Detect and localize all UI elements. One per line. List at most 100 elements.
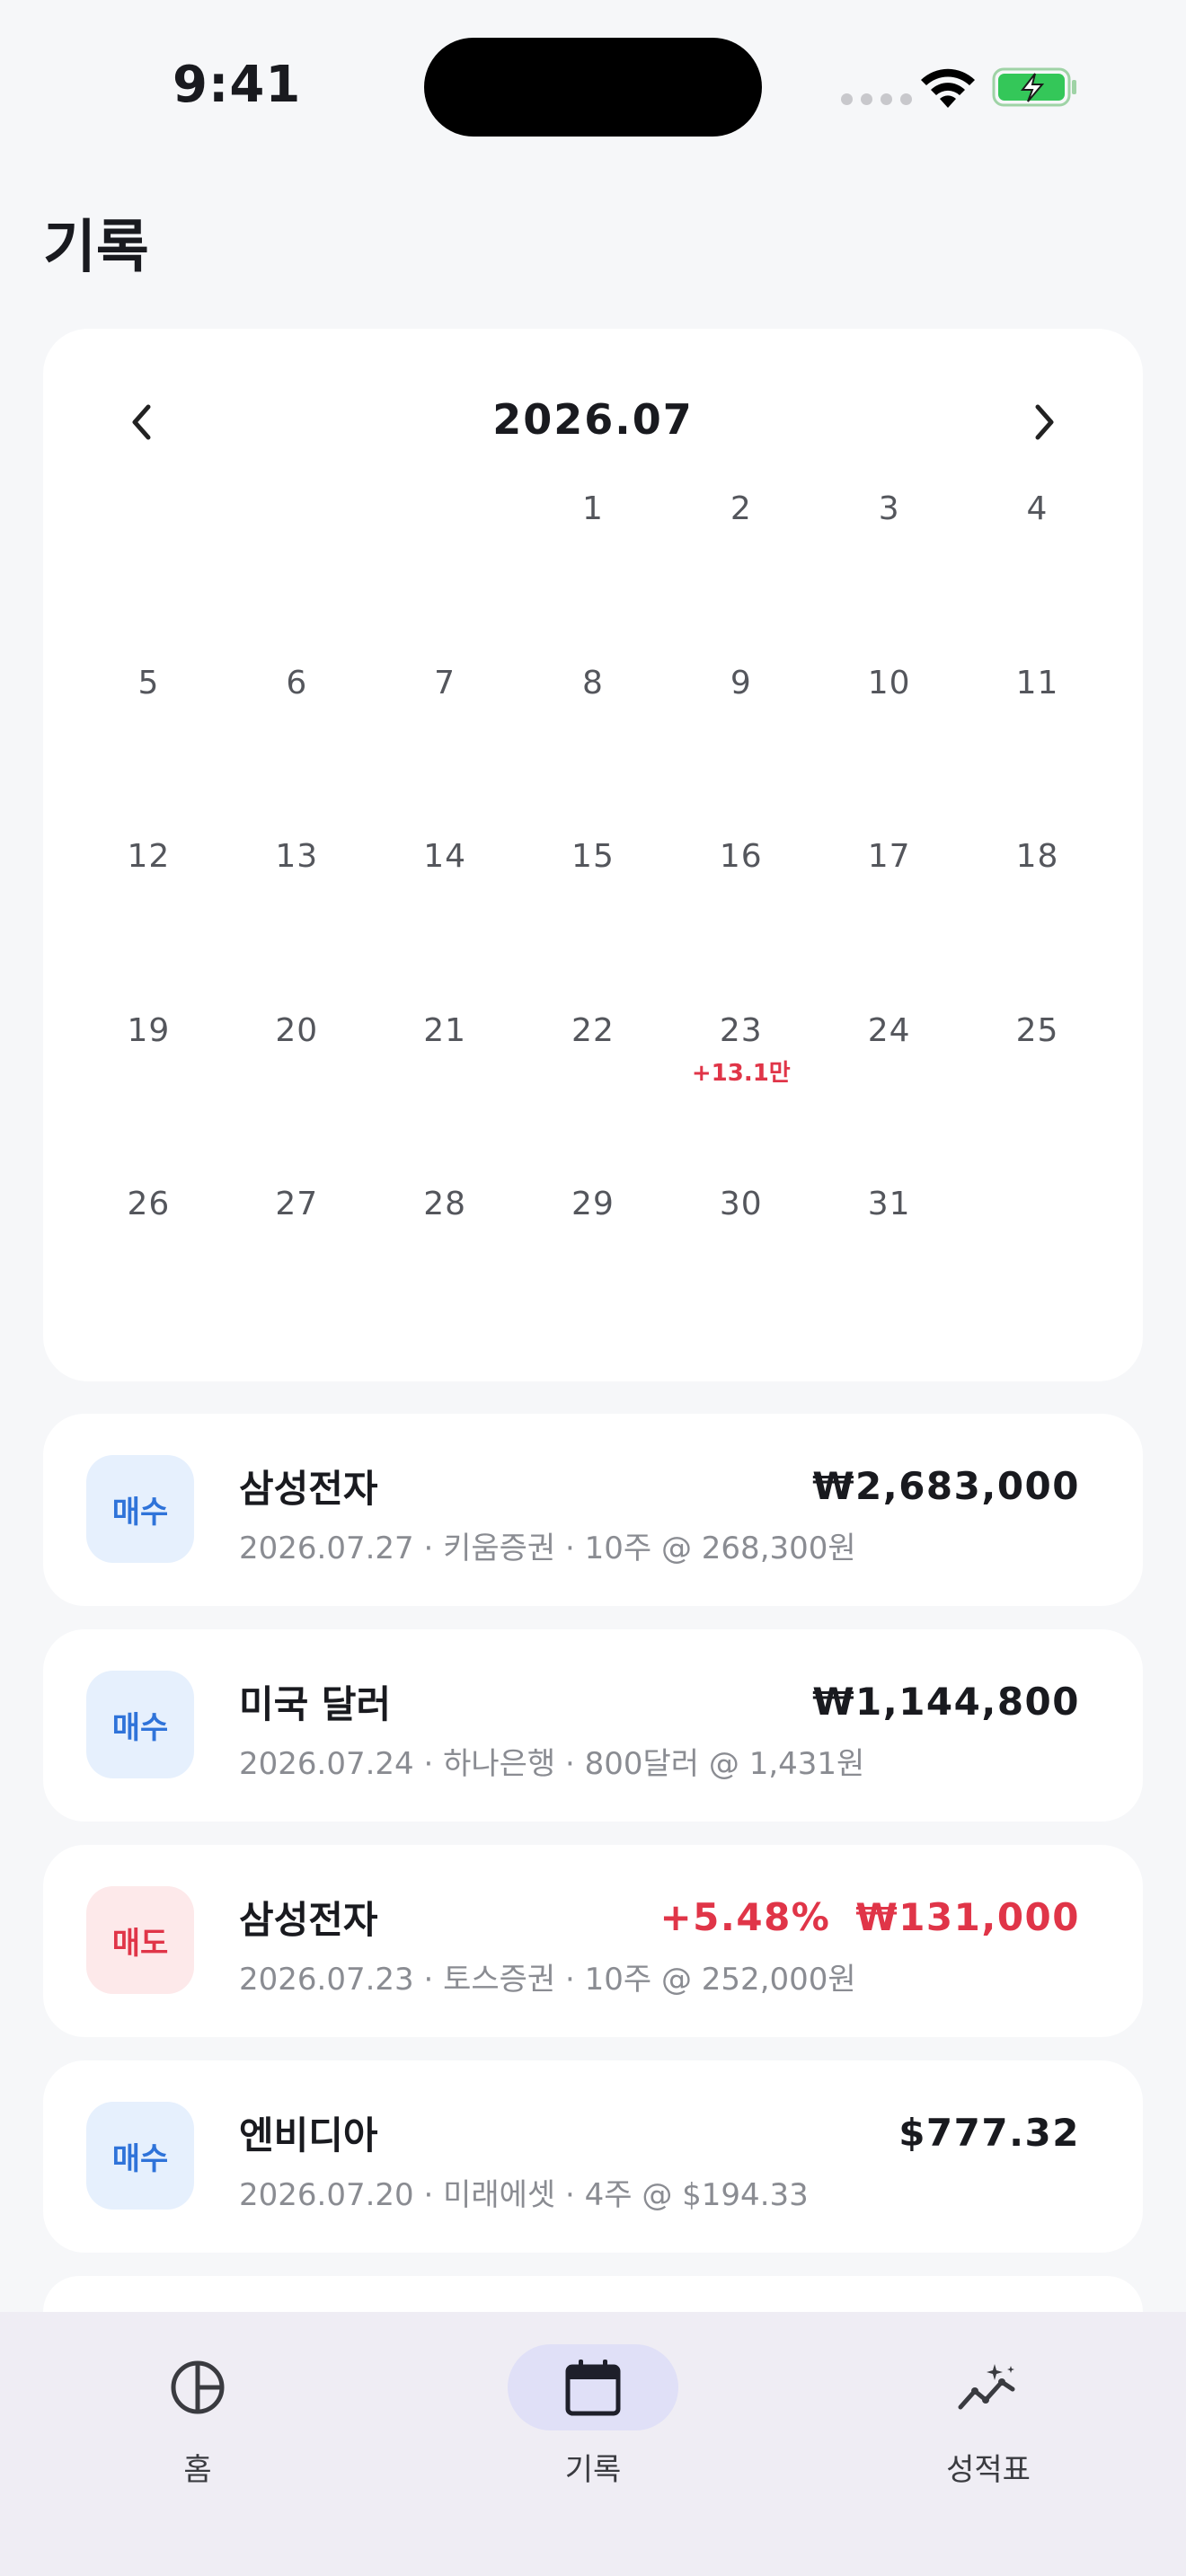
calendar-day-number: 2	[730, 490, 752, 527]
tab-report[interactable]: 성적표	[854, 2330, 1123, 2510]
transaction-detail: 2026.07.20 · 미래에셋 · 4주 @ $194.33	[239, 2177, 809, 2213]
calendar-day-number: 30	[719, 1186, 763, 1222]
calendar-day-6[interactable]: 6	[223, 638, 371, 812]
calendar-day-14[interactable]: 14	[371, 811, 519, 985]
tab-home[interactable]: 홈	[63, 2330, 332, 2510]
calendar-day-number: 4	[1026, 490, 1049, 527]
calendar-day-number	[963, 1159, 1111, 1186]
transaction-item[interactable]: 매수 삼성전자 2026.07.27 · 키움증권 · 10주 @ 268,300원…	[43, 1414, 1143, 1606]
next-month-button[interactable]	[1008, 386, 1080, 458]
calendar-day-number: 7	[434, 664, 456, 701]
calendar-day-22[interactable]: 22	[519, 985, 668, 1160]
calendar-day-4[interactable]: 4	[963, 463, 1111, 638]
transaction-item[interactable]: 매도 삼성전자 2026.07.23 · 토스증권 · 10주 @ 252,000원…	[43, 1845, 1143, 2037]
transaction-item[interactable]: 매수 엔비디아 2026.07.20 · 미래에셋 · 4주 @ $194.33 $7…	[43, 2060, 1143, 2253]
calendar-day-5[interactable]: 5	[75, 638, 223, 812]
transaction-amount-group: ₩1,144,800	[812, 1680, 1080, 1724]
calendar-day-number	[75, 463, 223, 490]
calendar-day-number: 24	[867, 1011, 911, 1049]
calendar-day-number: 29	[571, 1186, 615, 1222]
calendar-day-21[interactable]: 21	[371, 985, 519, 1160]
transaction-asset-name: 엔비디아	[239, 2113, 378, 2157]
pie-chart-icon	[171, 2360, 225, 2414]
calendar-day-23[interactable]: 23 +13.1만	[667, 985, 815, 1160]
calendar-day-9[interactable]: 9	[667, 638, 815, 812]
transaction-item[interactable]: 매수 미국 달러 2026.07.24 · 하나은행 · 800달러 @ 1,431…	[43, 1629, 1143, 1822]
calendar-day-3[interactable]: 3	[815, 463, 963, 638]
calendar-day-number: 1	[582, 490, 604, 527]
transaction-list: 매수 삼성전자 2026.07.27 · 키움증권 · 10주 @ 268,300원…	[43, 1414, 1143, 2371]
sparkle-trend-icon	[958, 2364, 1015, 2410]
calendar-day-8[interactable]: 8	[519, 638, 668, 812]
calendar-day-number: 10	[867, 664, 911, 701]
calendar-day-11[interactable]: 11	[963, 638, 1111, 812]
chevron-right-icon	[1035, 404, 1054, 440]
calendar-day-number: 25	[1015, 1011, 1059, 1049]
calendar-day-number: 23	[719, 1011, 763, 1049]
calendar-day-2[interactable]: 2	[667, 463, 815, 638]
calendar-day-number: 18	[1015, 838, 1059, 875]
cellular-signal-icon	[841, 93, 912, 105]
calendar-card: 2026.07 1 2 3 4 5 6 7 8 9 10 11 12 13 14 15 16 17 18 19 20 2…	[43, 329, 1143, 1381]
calendar-day-19[interactable]: 19	[75, 985, 223, 1160]
transaction-amount: $777.32	[898, 2111, 1080, 2155]
battery-charging-icon	[992, 67, 1076, 107]
calendar-day-number: 17	[867, 838, 911, 875]
transaction-detail: 2026.07.24 · 하나은행 · 800달러 @ 1,431원	[239, 1746, 865, 1782]
transaction-amount: ₩131,000	[855, 1895, 1080, 1939]
calendar-day-number: 8	[582, 664, 604, 701]
calendar-day-number: 31	[867, 1186, 911, 1222]
calendar-day-30[interactable]: 30	[667, 1159, 815, 1333]
calendar-day-16[interactable]: 16	[667, 811, 815, 985]
calendar-month-label: 2026.07	[492, 395, 694, 444]
calendar-day-number: 13	[275, 838, 319, 875]
calendar-day-number: 28	[423, 1186, 467, 1222]
calendar-day-18[interactable]: 18	[963, 811, 1111, 985]
tab-home-label: 홈	[183, 2452, 212, 2488]
transaction-asset-name: 삼성전자	[239, 1898, 378, 1942]
calendar-day-7[interactable]: 7	[371, 638, 519, 812]
calendar-empty-cell	[223, 463, 371, 638]
tab-bar: 홈 기록 성적표	[0, 2312, 1186, 2576]
calendar-header: 2026.07	[43, 386, 1143, 458]
calendar-day-10[interactable]: 10	[815, 638, 963, 812]
calendar-empty-cell	[963, 1159, 1111, 1333]
calendar-day-13[interactable]: 13	[223, 811, 371, 985]
calendar-day-12[interactable]: 12	[75, 811, 223, 985]
calendar-day-31[interactable]: 31	[815, 1159, 963, 1333]
calendar-day-26[interactable]: 26	[75, 1159, 223, 1333]
calendar-day-29[interactable]: 29	[519, 1159, 668, 1333]
calendar-day-number: 22	[571, 1011, 615, 1049]
calendar-day-number: 15	[571, 838, 615, 875]
status-time: 9:41	[173, 56, 302, 114]
transaction-amount-group: ₩2,683,000	[812, 1464, 1080, 1508]
calendar-day-number	[223, 463, 371, 490]
transaction-return-percent: +5.48%	[659, 1895, 831, 1939]
tab-record[interactable]: 기록	[458, 2330, 728, 2510]
page-title: 기록	[43, 215, 149, 281]
transaction-amount: ₩1,144,800	[812, 1680, 1080, 1724]
calendar-day-15[interactable]: 15	[519, 811, 668, 985]
transaction-amount: ₩2,683,000	[812, 1464, 1080, 1508]
calendar-day-20[interactable]: 20	[223, 985, 371, 1160]
calendar-day-profit: +13.1만	[691, 1059, 791, 1087]
transaction-detail: 2026.07.27 · 키움증권 · 10주 @ 268,300원	[239, 1531, 856, 1566]
calendar-day-number: 9	[730, 664, 752, 701]
calendar-day-number: 11	[1015, 664, 1059, 701]
buy-badge: 매수	[86, 2102, 194, 2210]
status-bar: 9:41	[0, 0, 1186, 171]
calendar-day-17[interactable]: 17	[815, 811, 963, 985]
transaction-amount-group: +5.48% ₩131,000	[659, 1895, 1080, 1939]
calendar-day-27[interactable]: 27	[223, 1159, 371, 1333]
calendar-day-28[interactable]: 28	[371, 1159, 519, 1333]
calendar-day-number	[371, 463, 519, 490]
calendar-day-number: 20	[275, 1011, 319, 1049]
calendar-day-number: 16	[719, 838, 763, 875]
sell-badge: 매도	[86, 1886, 194, 1994]
calendar-day-number: 19	[127, 1011, 171, 1049]
transaction-asset-name: 삼성전자	[239, 1467, 378, 1511]
calendar-day-25[interactable]: 25	[963, 985, 1111, 1160]
calendar-day-number: 27	[275, 1186, 319, 1222]
calendar-day-24[interactable]: 24	[815, 985, 963, 1160]
calendar-day-1[interactable]: 1	[519, 463, 668, 638]
